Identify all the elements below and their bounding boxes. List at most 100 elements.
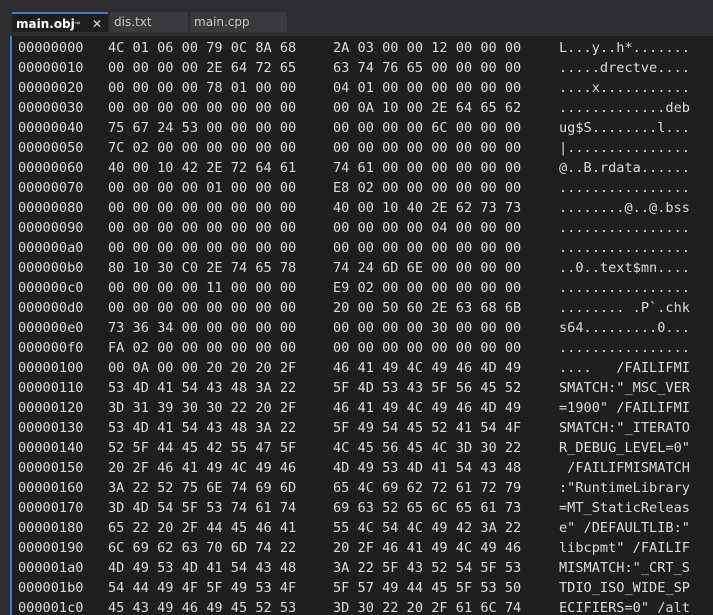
hex-row[interactable]: 00000160 3A 22 52 75 6E 74 69 6D 65 4C 69 … bbox=[12, 478, 713, 498]
ascii-text: =1900" /FAILIFMI bbox=[559, 400, 690, 416]
hex-bytes-low: 00 00 00 00 00 00 00 00 bbox=[108, 200, 297, 216]
left-gutter bbox=[0, 36, 10, 615]
ascii-text: s64.........0... bbox=[559, 320, 690, 336]
hex-row[interactable]: 00000020 00 00 00 00 78 01 00 00 04 01 00 … bbox=[12, 78, 713, 98]
hex-bytes-high: 20 00 50 60 2E 63 68 6B bbox=[333, 300, 522, 316]
hex-row[interactable]: 000000e0 73 36 34 00 00 00 00 00 00 00 00 … bbox=[12, 318, 713, 338]
hex-bytes-high: 2A 03 00 00 12 00 00 00 bbox=[333, 40, 522, 56]
address-cell: 00000090 bbox=[18, 220, 84, 236]
pin-icon[interactable]: ⊸ bbox=[72, 14, 80, 34]
address-cell: 00000190 bbox=[18, 540, 84, 556]
hex-bytes-low: 73 36 34 00 00 00 00 00 bbox=[108, 320, 297, 336]
hex-row[interactable]: 00000110 53 4D 41 54 43 48 3A 22 5F 4D 53 … bbox=[12, 378, 713, 398]
hex-row[interactable]: 000000d0 00 00 00 00 00 00 00 00 20 00 50 … bbox=[12, 298, 713, 318]
hex-bytes-low: 4C 01 06 00 79 0C 8A 68 bbox=[108, 40, 297, 56]
hex-bytes-low: 00 00 00 00 2E 64 72 65 bbox=[108, 60, 297, 76]
hex-bytes-high: 00 00 00 00 00 00 00 00 bbox=[333, 340, 522, 356]
hex-row[interactable]: 000000c0 00 00 00 00 11 00 00 00 E9 02 00 … bbox=[12, 278, 713, 298]
hex-view[interactable]: 00000000 4C 01 06 00 79 0C 8A 68 2A 03 00 … bbox=[10, 36, 713, 615]
hex-bytes-high: 3D 30 22 20 2F 61 6C 74 bbox=[333, 600, 522, 615]
hex-bytes-low: 40 00 10 42 2E 72 64 61 bbox=[108, 160, 297, 176]
tab-label: dis.txt bbox=[114, 15, 152, 29]
tab-main-cpp[interactable]: main.cpp bbox=[190, 12, 287, 32]
hex-row[interactable]: 000000f0 FA 02 00 00 00 00 00 00 00 00 00 … bbox=[12, 338, 713, 358]
tab-label: main.cpp bbox=[194, 15, 250, 29]
address-cell: 000001b0 bbox=[18, 580, 84, 596]
address-cell: 00000010 bbox=[18, 60, 84, 76]
hex-bytes-low: 53 4D 41 54 43 48 3A 22 bbox=[108, 380, 297, 396]
ascii-text: ........ .P`.chk bbox=[559, 300, 690, 316]
hex-row[interactable]: 00000170 3D 4D 54 5F 53 74 61 74 69 63 52 … bbox=[12, 498, 713, 518]
hex-row[interactable]: 00000180 65 22 20 2F 44 45 46 41 55 4C 54 … bbox=[12, 518, 713, 538]
address-cell: 00000160 bbox=[18, 480, 84, 496]
address-cell: 000000e0 bbox=[18, 320, 84, 336]
hex-row[interactable]: 00000190 6C 69 62 63 70 6D 74 22 20 2F 46 … bbox=[12, 538, 713, 558]
hex-row[interactable]: 000001b0 54 44 49 4F 5F 49 53 4F 5F 57 49 … bbox=[12, 578, 713, 598]
ascii-text: ........@..@.bss bbox=[559, 200, 690, 216]
hex-row[interactable]: 000000a0 00 00 00 00 00 00 00 00 00 00 00 … bbox=[12, 238, 713, 258]
hex-row[interactable]: 00000070 00 00 00 00 01 00 00 00 E8 02 00 … bbox=[12, 178, 713, 198]
tab-label: main.obj bbox=[16, 17, 75, 31]
hex-bytes-high: 4D 49 53 4D 41 54 43 48 bbox=[333, 460, 522, 476]
hex-row[interactable]: 00000130 53 4D 41 54 43 48 3A 22 5F 49 54 … bbox=[12, 418, 713, 438]
hex-bytes-high: 5F 57 49 44 45 5F 53 50 bbox=[333, 580, 522, 596]
ascii-text: libcpmt" /FAILIF bbox=[559, 540, 690, 556]
hex-row[interactable]: 000000b0 80 10 30 C0 2E 74 65 78 74 24 6D … bbox=[12, 258, 713, 278]
hex-bytes-low: 65 22 20 2F 44 45 46 41 bbox=[108, 520, 297, 536]
close-icon[interactable]: ✕ bbox=[92, 14, 102, 34]
address-cell: 000000c0 bbox=[18, 280, 84, 296]
hex-row[interactable]: 00000010 00 00 00 00 2E 64 72 65 63 74 76 … bbox=[12, 58, 713, 78]
hex-bytes-high: 00 00 00 00 00 00 00 00 bbox=[333, 140, 522, 156]
ascii-text: ................ bbox=[559, 180, 690, 196]
hex-bytes-low: 52 5F 44 45 42 55 47 5F bbox=[108, 440, 297, 456]
ascii-text: .... /FAILIFMI bbox=[559, 360, 690, 376]
hex-row[interactable]: 00000080 00 00 00 00 00 00 00 00 40 00 10 … bbox=[12, 198, 713, 218]
hex-bytes-high: 4C 45 56 45 4C 3D 30 22 bbox=[333, 440, 522, 456]
hex-bytes-low: 75 67 24 53 00 00 00 00 bbox=[108, 120, 297, 136]
hex-bytes-high: 20 2F 46 41 49 4C 49 46 bbox=[333, 540, 522, 556]
hex-bytes-high: 63 74 76 65 00 00 00 00 bbox=[333, 60, 522, 76]
ascii-text: ................ bbox=[559, 340, 690, 356]
hex-bytes-high: 40 00 10 40 2E 62 73 73 bbox=[333, 200, 522, 216]
hex-bytes-low: 54 44 49 4F 5F 49 53 4F bbox=[108, 580, 297, 596]
hex-bytes-low: 00 00 00 00 00 00 00 00 bbox=[108, 100, 297, 116]
hex-bytes-high: 74 61 00 00 00 00 00 00 bbox=[333, 160, 522, 176]
ascii-text: e" /DEFAULTLIB:" bbox=[559, 520, 690, 536]
hex-bytes-low: 6C 69 62 63 70 6D 74 22 bbox=[108, 540, 297, 556]
hex-editor-window: main.obj ⊸ ✕ dis.txt main.cpp 00000000 4C… bbox=[0, 0, 713, 615]
hex-row[interactable]: 00000050 7C 02 00 00 00 00 00 00 00 00 00 … bbox=[12, 138, 713, 158]
hex-row[interactable]: 00000090 00 00 00 00 00 00 00 00 00 00 00 … bbox=[12, 218, 713, 238]
ascii-text: |............... bbox=[559, 140, 690, 156]
address-cell: 00000130 bbox=[18, 420, 84, 436]
tab-main-obj[interactable]: main.obj ⊸ ✕ bbox=[12, 12, 108, 32]
hex-row[interactable]: 00000140 52 5F 44 45 42 55 47 5F 4C 45 56 … bbox=[12, 438, 713, 458]
hex-row[interactable]: 00000040 75 67 24 53 00 00 00 00 00 00 00 … bbox=[12, 118, 713, 138]
hex-bytes-high: 74 24 6D 6E 00 00 00 00 bbox=[333, 260, 522, 276]
address-cell: 00000100 bbox=[18, 360, 84, 376]
ascii-text: TDIO_ISO_WIDE_SP bbox=[559, 580, 690, 596]
hex-row[interactable]: 00000000 4C 01 06 00 79 0C 8A 68 2A 03 00 … bbox=[12, 38, 713, 58]
hex-row[interactable]: 00000030 00 00 00 00 00 00 00 00 00 0A 10 … bbox=[12, 98, 713, 118]
hex-bytes-low: 20 2F 46 41 49 4C 49 46 bbox=[108, 460, 297, 476]
ascii-text: L...y..h*....... bbox=[559, 40, 690, 56]
hex-row[interactable]: 000001c0 45 43 49 46 49 45 52 53 3D 30 22 … bbox=[12, 598, 713, 615]
ascii-text: ................ bbox=[559, 240, 690, 256]
hex-row[interactable]: 00000060 40 00 10 42 2E 72 64 61 74 61 00 … bbox=[12, 158, 713, 178]
hex-bytes-high: 3A 22 5F 43 52 54 5F 53 bbox=[333, 560, 522, 576]
hex-row[interactable]: 00000150 20 2F 46 41 49 4C 49 46 4D 49 53 … bbox=[12, 458, 713, 478]
hex-row[interactable]: 00000100 00 0A 00 00 20 20 20 2F 46 41 49 … bbox=[12, 358, 713, 378]
address-cell: 00000000 bbox=[18, 40, 84, 56]
hex-row[interactable]: 00000120 3D 31 39 30 30 22 20 2F 46 41 49 … bbox=[12, 398, 713, 418]
hex-bytes-low: 80 10 30 C0 2E 74 65 78 bbox=[108, 260, 297, 276]
address-cell: 00000150 bbox=[18, 460, 84, 476]
hex-bytes-low: FA 02 00 00 00 00 00 00 bbox=[108, 340, 297, 356]
ascii-text: R_DEBUG_LEVEL=0" bbox=[559, 440, 690, 456]
ascii-text: ug$S........l... bbox=[559, 120, 690, 136]
hex-bytes-high: 69 63 52 65 6C 65 61 73 bbox=[333, 500, 522, 516]
hex-row[interactable]: 000001a0 4D 49 53 4D 41 54 43 48 3A 22 5F … bbox=[12, 558, 713, 578]
tab-dis-txt[interactable]: dis.txt bbox=[110, 12, 188, 32]
address-cell: 000000d0 bbox=[18, 300, 84, 316]
hex-bytes-low: 00 00 00 00 01 00 00 00 bbox=[108, 180, 297, 196]
ascii-text: ECIFIERS=0" /alt bbox=[559, 600, 690, 615]
hex-bytes-high: 46 41 49 4C 49 46 4D 49 bbox=[333, 400, 522, 416]
